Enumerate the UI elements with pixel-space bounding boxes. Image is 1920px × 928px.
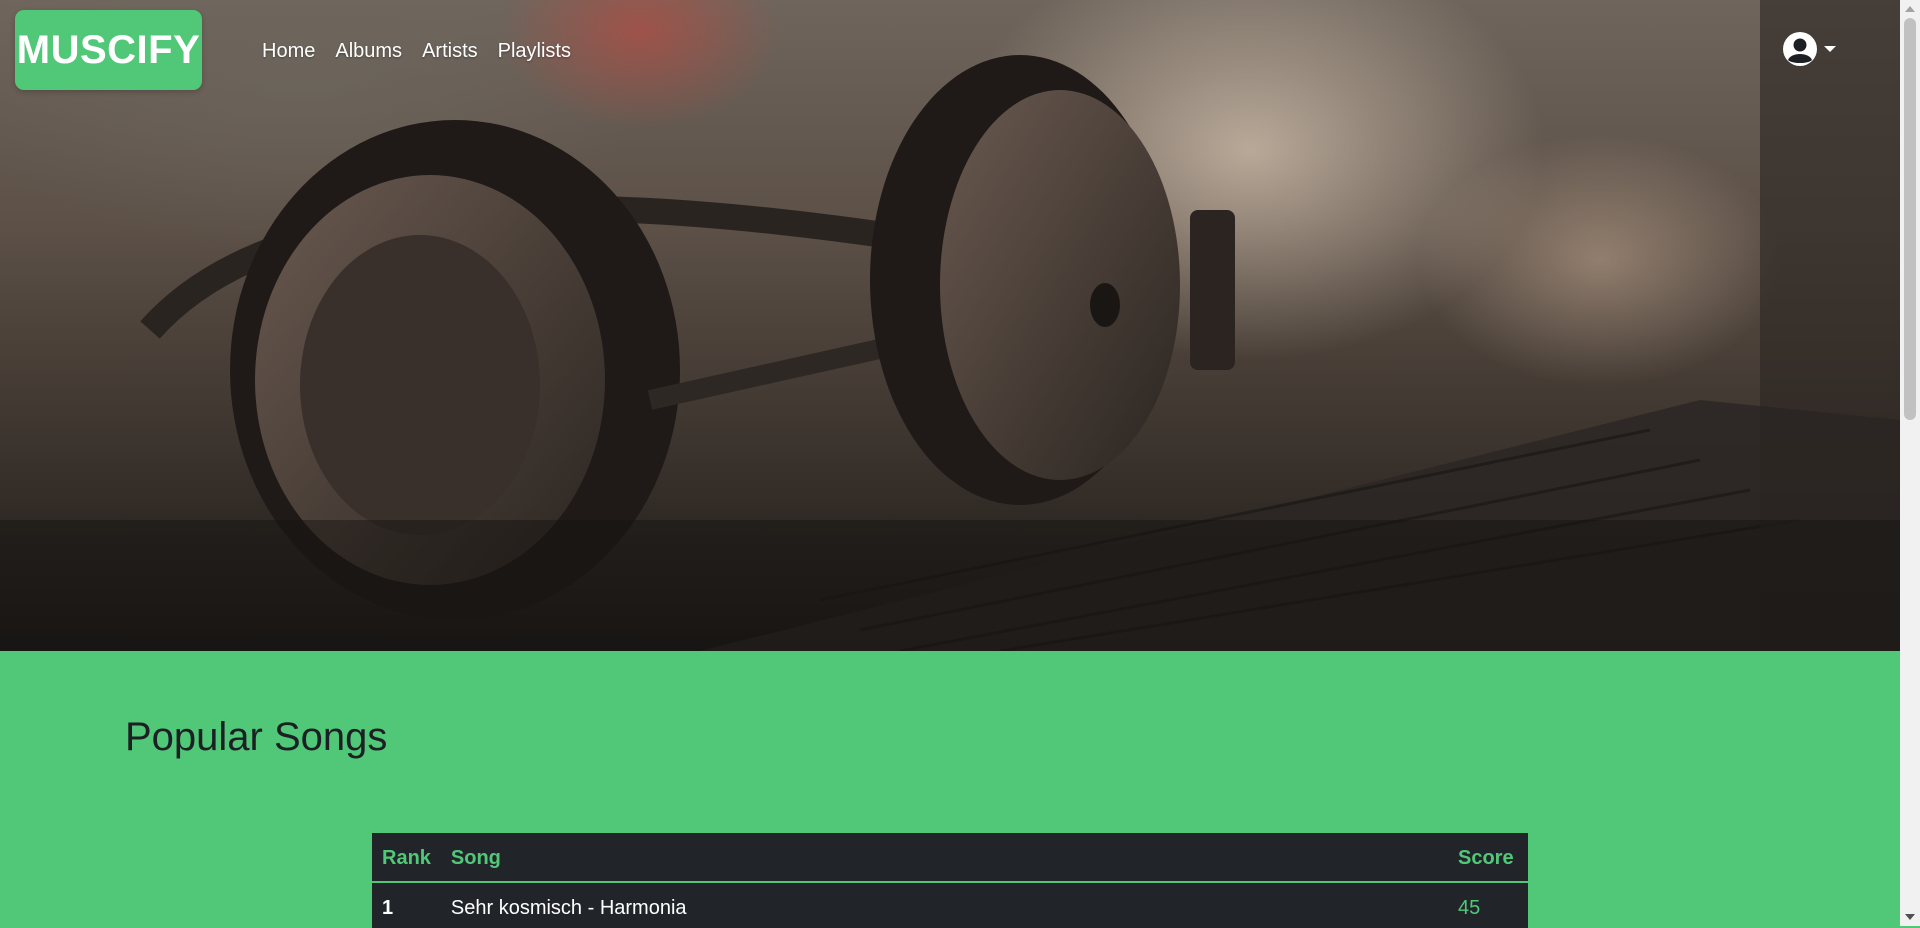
brand-logo[interactable]: MUSCIFY <box>15 10 202 90</box>
nav-playlists-link[interactable]: Playlists <box>488 36 581 67</box>
table-row[interactable]: 1 Sehr kosmisch - Harmonia 45 <box>372 882 1528 928</box>
table-header-row: Rank Song Score <box>372 833 1528 883</box>
scroll-up-arrow-icon[interactable] <box>1905 6 1915 12</box>
song-score: 45 <box>1458 897 1481 919</box>
popular-songs-title: Popular Songs <box>125 715 388 759</box>
scrollbar-thumb[interactable] <box>1904 18 1916 420</box>
nav-links: Home Albums Artists Playlists <box>262 36 581 67</box>
song-rank: 1 <box>382 897 394 919</box>
nav-artists-link[interactable]: Artists <box>412 36 488 67</box>
song-title[interactable]: Sehr kosmisch - Harmonia <box>441 882 1448 928</box>
song-column-header: Song <box>440 833 1448 883</box>
score-column-header: Score <box>1448 833 1528 883</box>
page-scrollbar[interactable] <box>1900 0 1920 926</box>
top-navbar: MUSCIFY Home Albums Artists Playlists <box>0 0 1900 100</box>
user-circle-icon <box>1783 32 1817 66</box>
user-menu-toggle[interactable] <box>1782 31 1836 67</box>
nav-home-link[interactable]: Home <box>262 36 325 67</box>
nav-albums-link[interactable]: Albums <box>325 36 412 67</box>
popular-songs-table: Rank Song Score 1 Sehr kosmisch - Harmon… <box>372 833 1528 928</box>
caret-down-icon <box>1824 46 1836 52</box>
scroll-down-arrow-icon[interactable] <box>1905 914 1915 920</box>
rank-column-header: Rank <box>372 833 441 883</box>
